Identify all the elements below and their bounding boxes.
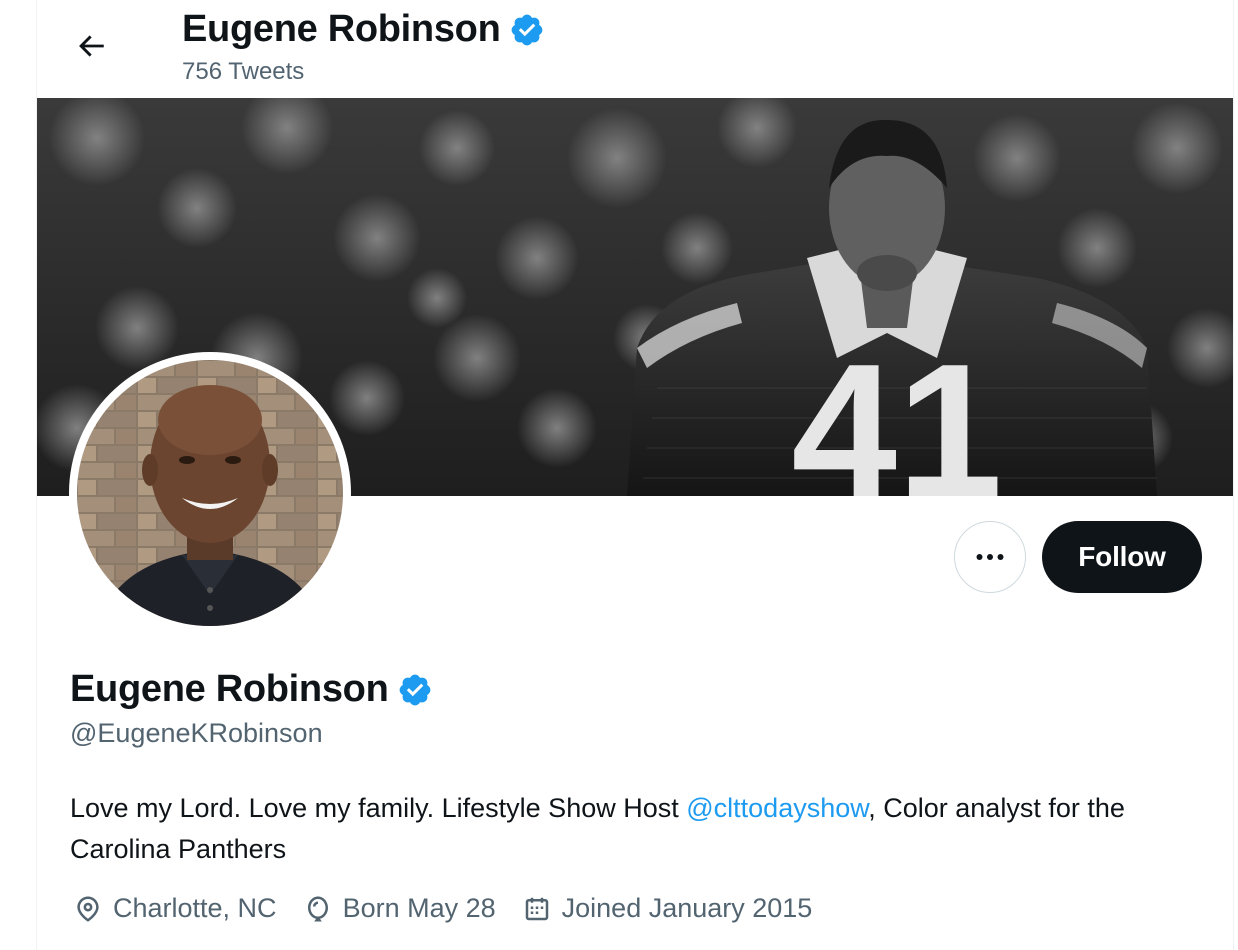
profile-name-row: Eugene Robinson <box>70 668 433 711</box>
location-item: Charlotte, NC <box>73 893 277 924</box>
avatar[interactable] <box>69 352 351 634</box>
jersey-number: 41 <box>791 325 1002 496</box>
follow-button[interactable]: Follow <box>1042 521 1202 593</box>
verified-badge-icon <box>511 14 542 45</box>
profile-handle: @EugeneKRobinson <box>70 718 323 748</box>
joined-text: Joined January 2015 <box>561 893 813 923</box>
header-title: Eugene Robinson <box>182 8 545 51</box>
profile-column: Eugene Robinson 756 Tweets 41 Follow Eug… <box>36 0 1234 950</box>
more-horizontal-icon <box>976 554 1004 560</box>
bio-text: Love my Lord. Love my family. Lifestyle … <box>70 793 687 823</box>
location-text: Charlotte, NC <box>113 893 277 923</box>
birthday-item: Born May 28 <box>303 893 496 924</box>
joined-item: Joined January 2015 <box>522 893 813 924</box>
calendar-icon <box>525 897 548 920</box>
profile-bio: Love my Lord. Love my family. Lifestyle … <box>70 788 1220 870</box>
balloon-icon <box>307 896 328 921</box>
avatar-image <box>77 360 343 626</box>
profile-display-name: Eugene Robinson <box>70 668 389 710</box>
back-button[interactable] <box>69 24 113 68</box>
birthday-text: Born May 28 <box>342 893 496 923</box>
tweet-count: 756 Tweets <box>182 58 305 85</box>
verified-badge-icon[interactable] <box>397 672 433 708</box>
location-pin-icon <box>77 896 99 922</box>
arrow-left-icon <box>79 35 104 57</box>
bio-mention-link[interactable]: @clttodayshow <box>686 793 868 823</box>
more-options-button[interactable] <box>954 521 1026 593</box>
profile-meta: Charlotte, NC Born May 28 Joined January… <box>73 893 838 924</box>
header-display-name: Eugene Robinson <box>182 8 501 50</box>
